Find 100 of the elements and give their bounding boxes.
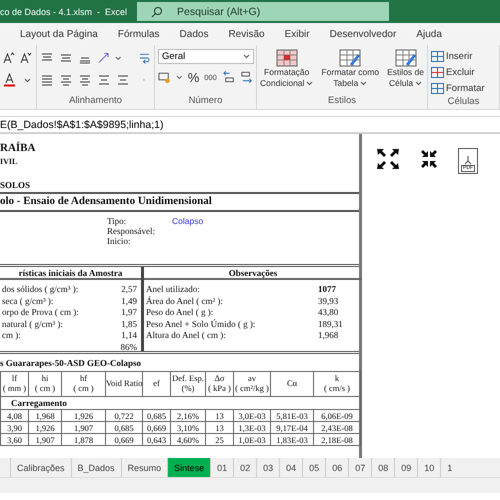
font-shrink-icon[interactable] xyxy=(20,52,32,64)
indent-increase-icon[interactable] xyxy=(116,73,130,87)
column-header: av ( cm²/kg ) xyxy=(234,372,270,396)
table-cell: 2,43E-08 xyxy=(314,422,360,434)
info-label: Responsável: xyxy=(107,226,155,236)
expand-icon[interactable] xyxy=(376,148,400,170)
property-value: 189,31 xyxy=(318,318,344,330)
table-cell: 0,669 xyxy=(142,422,170,434)
wrap-text-icon[interactable] xyxy=(138,51,151,65)
font-grow-icon[interactable] xyxy=(3,52,15,64)
table-format-icon xyxy=(339,49,362,67)
column-header: Def. Esp. (%) xyxy=(170,372,206,396)
info-label: Inicio: xyxy=(107,236,130,246)
table-cell: 4,08 xyxy=(0,410,28,422)
ribbon-tab[interactable]: Desenvolvedor xyxy=(330,28,396,40)
format-cells-icon xyxy=(431,83,444,94)
number-format-dropdown[interactable]: Geral xyxy=(158,49,254,64)
property-label: Área do Anel ( cm² ): xyxy=(146,296,223,307)
column-header: hi ( cm ) xyxy=(28,372,62,396)
table-cell: 0,685 xyxy=(142,410,170,422)
search-field[interactable]: Pesquisar (Alt+G) xyxy=(137,2,390,21)
column-header: hf ( cm ) xyxy=(62,372,106,396)
table-cell: 0,685 xyxy=(106,422,142,434)
table-cell: 1,0E-03 xyxy=(234,434,270,446)
align-left-icon[interactable] xyxy=(40,73,54,87)
group-label: Células xyxy=(446,96,480,109)
property-value: 86% xyxy=(120,342,137,353)
currency-icon[interactable] xyxy=(158,70,172,84)
ribbon-tab[interactable]: Fórmulas xyxy=(118,28,160,40)
table-cell: 13 xyxy=(206,410,234,422)
style-button[interactable]: Formatar como Tabela xyxy=(321,49,380,89)
ribbon-tab[interactable]: Exibir xyxy=(284,28,310,40)
indent-decrease-icon[interactable] xyxy=(97,73,111,87)
table-cell: 5,81E-03 xyxy=(270,410,314,422)
style-button[interactable]: Estilos de Célula xyxy=(387,49,424,89)
delete-cells-icon xyxy=(431,67,444,78)
table-cell: 13 xyxy=(206,422,234,434)
cells-button[interactable]: Formatar xyxy=(431,81,496,96)
table-cell: 1,907 xyxy=(62,422,106,434)
table-title: s Guararapes-50-ASD GEO-Colapso xyxy=(0,357,142,370)
table-cell: 1,878 xyxy=(62,434,106,446)
property-value: 1,14 xyxy=(121,330,137,342)
table-cell: 1,926 xyxy=(62,410,106,422)
insert-cells-icon xyxy=(431,51,444,62)
report-title: olo - Ensaio de Adensamento Unidimensional xyxy=(0,196,213,207)
property-value: 39,93 xyxy=(318,296,340,307)
sheet-tab[interactable]: Sintese xyxy=(167,458,210,477)
property-value: 2,57 xyxy=(121,284,137,296)
panel-heading: rísticas iniciais da Amostra xyxy=(0,267,141,280)
property-label: orpo de Prova ( cm ): xyxy=(2,307,79,318)
column-header: k ( cm/s ) xyxy=(314,372,360,396)
institution-heading: RAÍBA xyxy=(0,143,36,154)
department-heading: IVIL xyxy=(0,158,18,166)
info-label: Tipo: xyxy=(107,216,126,226)
property-value: 1,49 xyxy=(121,296,137,307)
property-label: Altura do Anel ( cm ): xyxy=(146,330,226,342)
lab-heading: SOLOS xyxy=(0,181,32,190)
property-label: Anel utilizado: xyxy=(146,284,200,296)
ribbon-tab[interactable]: Revisão xyxy=(228,28,265,40)
column-header: Cα xyxy=(270,372,314,396)
property-label: natural ( g/cm³ ): xyxy=(2,318,63,330)
property-label: seca ( g/cm³ ): xyxy=(2,296,54,307)
property-value: 1077 xyxy=(318,284,337,296)
decrease-decimal-icon[interactable] xyxy=(240,70,254,84)
table-cell: 3,0E-03 xyxy=(234,410,270,422)
table-cell: 0,669 xyxy=(106,434,142,446)
increase-decimal-icon[interactable] xyxy=(222,70,235,84)
property-value: 1,97 xyxy=(121,307,137,318)
ribbon-tab[interactable]: Dados xyxy=(180,28,208,40)
column-header: Δσ ( kPa ) xyxy=(206,372,234,396)
formula-bar[interactable]: E(B_Dados!$A$1:$A$9895;linha;1) xyxy=(0,116,500,133)
cells-button[interactable]: Excluir xyxy=(431,65,496,80)
table-cell: 3,10% xyxy=(170,422,206,434)
cell-style-icon xyxy=(394,49,417,67)
property-label: cm ): xyxy=(2,330,21,342)
property-label: Peso Anel + Solo Úmido ( g ): xyxy=(146,318,256,330)
search-icon xyxy=(151,6,164,18)
search-placeholder: Pesquisar (Alt+G) xyxy=(177,6,260,18)
align-center-icon[interactable] xyxy=(59,73,73,87)
ribbon-tab[interactable]: Layout da Página xyxy=(20,28,98,40)
align-right-icon[interactable] xyxy=(78,73,92,87)
property-value: 1,85 xyxy=(121,318,137,330)
window-title: co de Dados - 4.1.xlsm - Excel xyxy=(0,6,128,16)
ribbon-tab[interactable]: Ajuda xyxy=(416,28,442,40)
style-button[interactable]: Formatação Condicional xyxy=(260,49,314,89)
group-label: Alinhamento xyxy=(68,95,123,108)
property-value: 43,80 xyxy=(318,307,340,318)
percent-button[interactable]: % xyxy=(188,70,200,84)
table-cell: 1,926 xyxy=(28,422,62,434)
table-cell: 1,907 xyxy=(28,434,62,446)
conditional-format-icon xyxy=(276,49,298,67)
table-cell: 4,60% xyxy=(170,434,206,446)
group-label: Estilos xyxy=(327,95,357,108)
cells-button[interactable]: Inserir xyxy=(431,49,496,64)
property-value: 1,968 xyxy=(318,330,340,342)
column-header: lf ( mm ) xyxy=(0,372,28,396)
panel-heading: Observações xyxy=(144,267,362,280)
orientation-icon[interactable] xyxy=(97,51,110,65)
table-cell: 3,60 xyxy=(0,434,28,446)
collapse-icon[interactable] xyxy=(420,148,438,170)
